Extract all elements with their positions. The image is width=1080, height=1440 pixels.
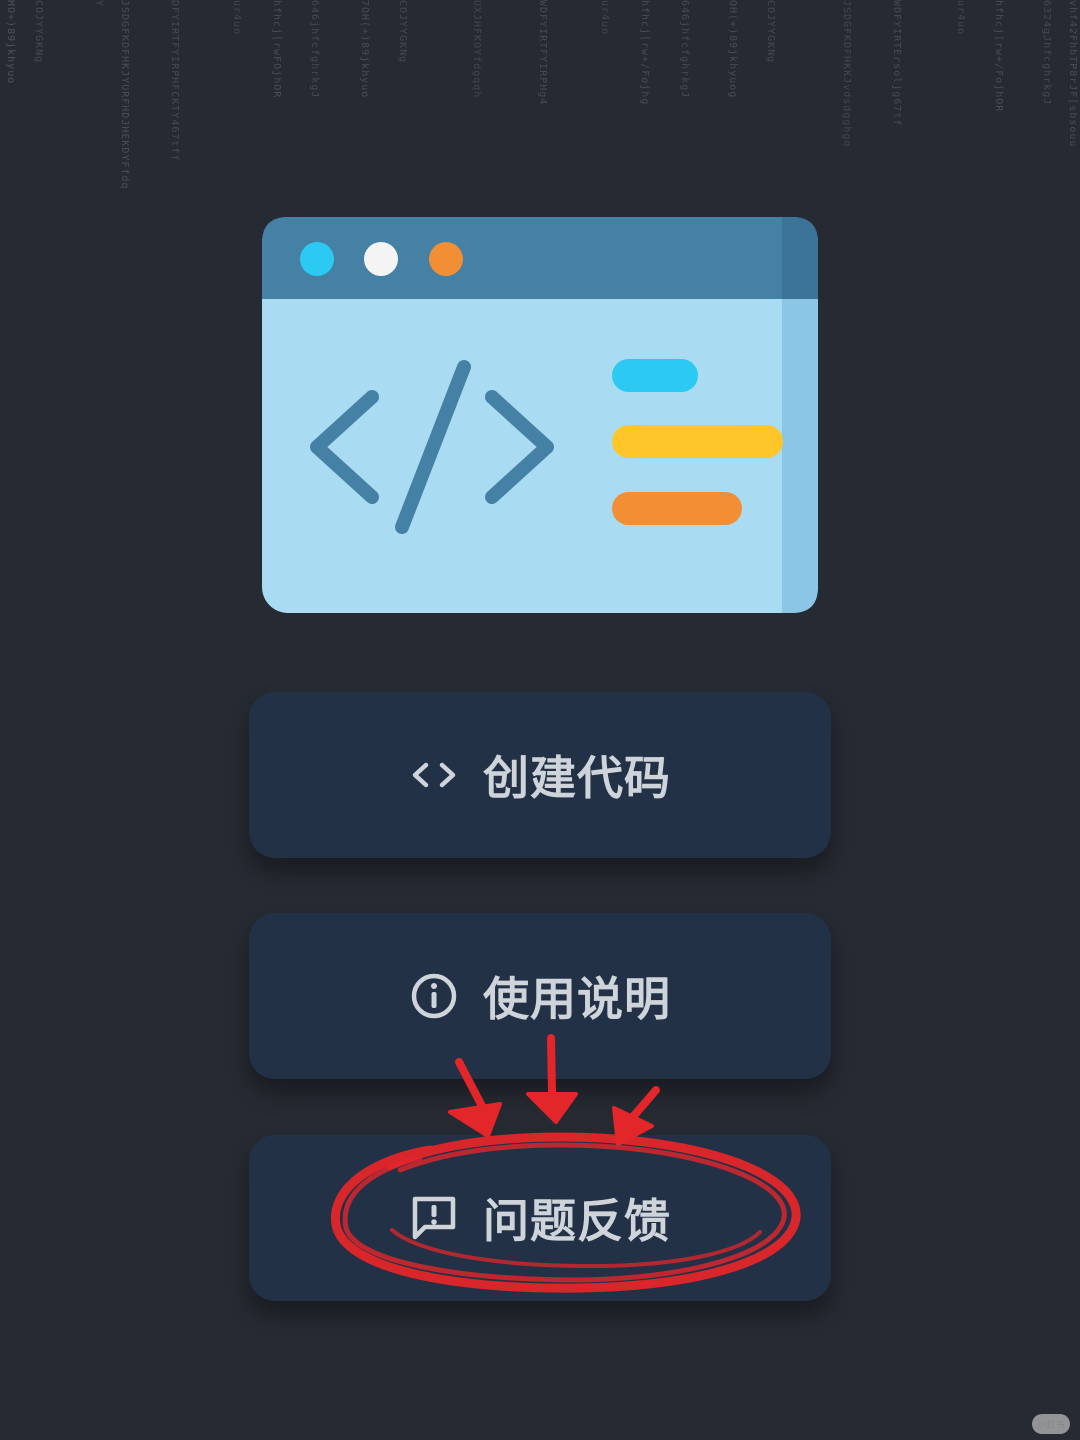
instructions-button[interactable]: 使用说明 <box>249 913 831 1079</box>
code-rain-column: hfhcj[rw+/FojhOR <box>993 0 1004 113</box>
code-rain-column: Y <box>93 0 104 8</box>
code-rain-column: COJYYGKNg <box>397 0 408 64</box>
code-brackets-icon <box>409 750 459 800</box>
info-circle-icon <box>409 971 459 1021</box>
code-line-bar-orange <box>612 492 742 525</box>
create-code-button[interactable]: 创建代码 <box>249 692 831 858</box>
window-dot-white <box>364 242 398 276</box>
code-rain-column: OH(+)89jkhyuog <box>727 0 738 99</box>
app-screen: HO+)89jkhyuo COJYYGKNg Y JSDGFKDFHKJYURFHDJ… <box>0 0 1080 1440</box>
code-rain-column: COJYYGKNg <box>765 0 776 64</box>
code-rain-column: JSDGFKDFHKJYURFHDJHEKDYFfdq <box>119 0 130 190</box>
code-rain-column: 646jhfcfghrkgJ <box>679 0 690 99</box>
window-dot-blue <box>300 242 334 276</box>
feedback-alert-icon <box>409 1193 459 1243</box>
code-rain-column: COJYYGKNg <box>33 0 44 64</box>
code-window-illustration <box>262 217 818 613</box>
window-dot-orange <box>429 242 463 276</box>
code-line-bar-blue <box>612 359 698 392</box>
code-rain-column: JSDGFKDFHKKJvdsdgghgo <box>841 0 852 148</box>
code-rain-column: WDFYIRTFYIRPHg4 <box>537 0 548 106</box>
code-rain-column: 7OH(+)89jkhyuo <box>359 0 370 99</box>
watermark-badge: 小红书 <box>1032 1414 1070 1434</box>
instructions-label: 使用说明 <box>483 972 671 1026</box>
code-rain-column: ur4uo <box>599 0 610 36</box>
code-rain-column: ur4uo <box>955 0 966 36</box>
code-rain-column: WDFYIRTErsoljg67tf <box>891 0 902 127</box>
code-line-bar-yellow <box>612 425 783 458</box>
code-rain-column: hfhcj[rwFOjhOR <box>271 0 282 99</box>
code-rain-column: HO+)89jkhyuo <box>5 0 16 85</box>
code-rain-column: ur4uo <box>231 0 242 36</box>
code-rain-column: 646jhfcfghrkgJ <box>309 0 320 99</box>
window-side-shade <box>782 297 818 613</box>
code-rain-column: UXJHFKOYfdgqqh <box>471 0 482 99</box>
window-titlebar <box>262 217 818 299</box>
code-rain-column: vhf42FhbTP8rJF[sbsouu <box>1067 0 1078 148</box>
code-rain-column: 6324gJhfcghrkgJ <box>1041 0 1052 106</box>
feedback-label: 问题反馈 <box>483 1194 671 1248</box>
code-rain-column: DFYIRTFYIRPHFCKTY467tff <box>169 0 180 162</box>
feedback-button[interactable]: 问题反馈 <box>249 1135 831 1301</box>
create-code-label: 创建代码 <box>483 751 671 805</box>
code-rain-column: hfhcj[rw+/Fojhg <box>639 0 650 106</box>
